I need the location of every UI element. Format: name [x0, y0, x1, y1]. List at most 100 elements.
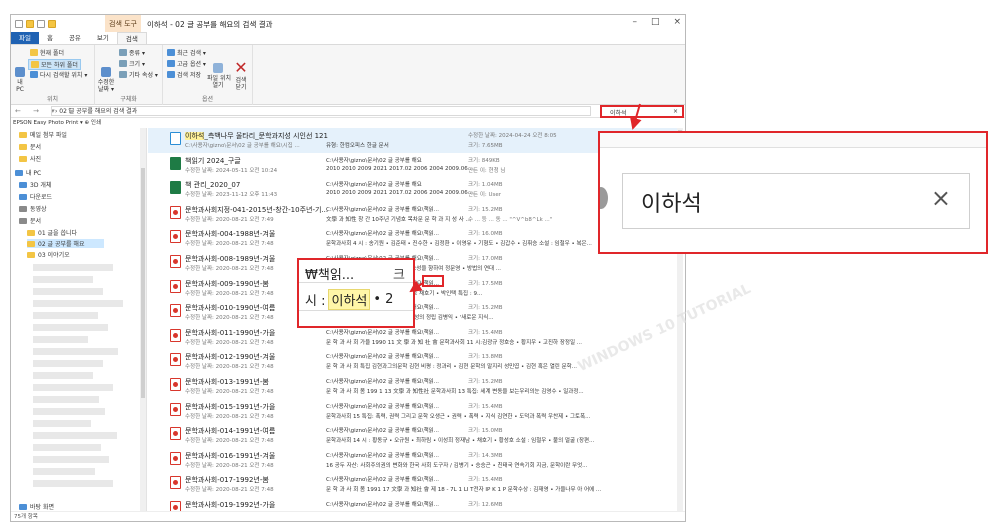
file-name: 문학과사회-010-1990년-여름	[185, 303, 275, 313]
minimize-button[interactable]: –	[632, 17, 637, 27]
current-folder-button[interactable]: 현재 폴더	[30, 48, 64, 57]
save-icon[interactable]	[15, 19, 23, 28]
kind-button[interactable]: 종류 ▾	[119, 48, 145, 57]
nav-item-downloads[interactable]: 다운로드	[19, 192, 52, 201]
recent-searches-button[interactable]: 최근 검색 ▾	[167, 48, 206, 57]
file-meta: 크기: 17.0MB	[468, 256, 503, 262]
file-meta: 크기: 15.4MB	[468, 477, 503, 484]
file-name: 문학과사회-016-1991년-겨울	[185, 451, 275, 461]
nav-item-folder-03[interactable]: 03 이야기오	[27, 250, 70, 259]
table-row[interactable]: 문학과사회-015-1991년-가을 수정한 날짜: 2020-08-21 오전 …	[148, 399, 680, 424]
nav-item-this-pc[interactable]: 내 PC	[15, 168, 41, 177]
this-pc-label: 내 PC	[16, 79, 24, 93]
table-row[interactable]: 문학과사회-016-1991년-겨울 수정한 날짜: 2020-08-21 오전 …	[148, 448, 680, 473]
search-input[interactable]: 이하석	[610, 108, 627, 117]
date-modified-button[interactable]: 수정한 날짜 ▾	[95, 53, 117, 100]
tab-view[interactable]: 보기	[89, 32, 117, 44]
blurred-nav-item	[33, 336, 88, 343]
zoom-clear-icon[interactable]: ×	[931, 184, 951, 212]
save-search-button[interactable]: 검색 저장	[167, 70, 201, 79]
xls-file-icon	[170, 156, 181, 170]
nav-item-videos[interactable]: 동영상	[19, 204, 47, 213]
zoom-search-box[interactable]: 이하석 ×	[622, 173, 970, 229]
open-file-location-button[interactable]: 파일 위치 열기	[207, 49, 231, 96]
status-bar: 75개 항목	[11, 511, 685, 521]
table-row[interactable]: 문학과사회-017-1992년-봄 수정한 날짜: 2020-08-21 오전 7…	[148, 472, 680, 497]
save-search-label: 검색 저장	[177, 72, 201, 79]
nav-item-folder-02[interactable]: 02 글 공부를 해요	[27, 239, 105, 248]
file-snippet: 문 학 과 사 회 봄 1991 17 文學 과 知社 會 제 18 - 7L …	[326, 487, 602, 494]
ribbon: 내 PC 현재 폴더 모든 하위 폴더 다시 검색할 위치 ▾ 위치 수정한 날…	[11, 45, 685, 105]
file-path: C:\사용자\gizno\문서\02 글 공부를 해요\책읽...	[326, 379, 439, 385]
all-subfolders-button[interactable]: 모든 하위 폴더	[28, 59, 81, 70]
nav-item-label: 02 글 공부를 해요	[38, 241, 85, 248]
nav-item-3d-objects[interactable]: 3D 개체	[19, 180, 51, 189]
date-modified-label: 수정한 날짜 ▾	[97, 79, 115, 93]
epson-toolbar[interactable]: EPSON Easy Photo Print ▾ ⊕ 인쇄	[11, 118, 685, 128]
other-properties-label: 기타 속성 ▾	[129, 72, 158, 79]
ribbon-group-refine: 수정한 날짜 ▾ 종류 ▾ 크기 ▾ 기타 속성 ▾ 구체화	[95, 45, 163, 105]
blurred-nav-item	[33, 348, 118, 355]
blurred-nav-item	[33, 312, 98, 319]
tab-search[interactable]: 검색	[116, 32, 147, 44]
tab-file[interactable]: 파일	[11, 32, 39, 44]
file-meta: 크기: 15.0MB	[468, 428, 503, 435]
file-name-text: 문학과사회-017-1992년-봄	[185, 476, 269, 485]
search-clear-icon[interactable]: ×	[673, 108, 678, 115]
file-path: C:\사용자\gizno\문서\02 글 공부를 해요\책읽...	[326, 329, 439, 336]
size-button[interactable]: 크기 ▾	[119, 59, 145, 68]
size-icon	[119, 60, 127, 67]
blurred-nav-item	[33, 468, 95, 475]
other-properties-button[interactable]: 기타 속성 ▾	[119, 70, 158, 79]
blurred-nav-item	[33, 456, 109, 463]
nav-item-documents[interactable]: 문서	[19, 142, 41, 151]
pdf-file-icon	[170, 328, 181, 342]
maximize-button[interactable]: □	[651, 17, 660, 27]
nav-item-label: 03 이야기오	[38, 252, 70, 259]
file-name: 문학과사회-011-1990년-가을	[185, 328, 275, 338]
search-box[interactable]: 이하석 ×	[600, 105, 684, 118]
file-name-text: 문학과사회-014-1991년-여름	[185, 427, 276, 436]
advanced-options-button[interactable]: 고급 옵션 ▾	[167, 59, 206, 68]
file-meta: 크기: 15.2MB	[468, 379, 503, 385]
nav-item-mail-attachments[interactable]: 메일 첨부 파일	[19, 130, 67, 139]
close-button[interactable]: ×	[673, 17, 681, 27]
blurred-nav-item	[33, 444, 101, 451]
table-row[interactable]: 문학과사회-013-1991년-봄 수정한 날짜: 2020-08-21 오전 7…	[148, 374, 680, 399]
file-meta: 수정한 날짜: 2024-04-24 오전 8:05	[468, 133, 557, 139]
properties-icon[interactable]	[37, 19, 45, 28]
folder-icon	[19, 155, 27, 162]
kind-icon	[119, 49, 127, 56]
nav-item-label: 다운로드	[30, 194, 53, 201]
folder-icon[interactable]	[26, 19, 34, 28]
nav-item-desktop[interactable]: 바탕 화면	[19, 502, 54, 511]
address-bar[interactable]: › 02 글 공부를 해요의 검색 결과	[51, 106, 591, 116]
nav-item-pictures[interactable]: 사진	[19, 154, 41, 163]
table-row[interactable]: 문학과사회-011-1990년-가을 수정한 날짜: 2020-08-21 오전 …	[148, 325, 680, 350]
nav-item-documents-pc[interactable]: 문서	[19, 216, 41, 225]
new-folder-icon[interactable]	[48, 19, 56, 28]
file-snippet: 문학과사회 15 특집: 폭력, 권력 그리고 문학 오생근 • 권력 • 폭력…	[326, 413, 591, 420]
table-row[interactable]: 문학과사회-014-1991년-여름 수정한 날짜: 2020-08-21 오전 …	[148, 423, 680, 448]
file-sub: 수정한 날짜: 2020-08-21 오전 7:48	[185, 315, 274, 322]
close-search-button[interactable]: ✕ 검색 닫기	[231, 47, 251, 98]
file-meta: 크기: 1.04MB	[468, 182, 503, 189]
file-name-text: 문학과사회지정-041-2015년-창간-10주년-기...	[185, 205, 329, 214]
nav-scrollbar[interactable]	[140, 128, 146, 513]
open-file-location-label: 파일 위치 열기	[207, 75, 231, 89]
this-pc-button[interactable]: 내 PC	[11, 53, 29, 100]
search-again-button[interactable]: 다시 검색할 위치 ▾	[30, 70, 87, 79]
nav-item-label: 내 PC	[26, 170, 42, 177]
tab-home[interactable]: 홈	[39, 32, 61, 44]
file-sub: 수정한 날짜: 2020-08-21 오전 7:48	[185, 413, 274, 420]
nav-item-label: 문서	[30, 144, 42, 151]
file-path: C:\사용자\gizno\문서\02 글 공부를 해요\책읽...	[326, 428, 439, 435]
nav-item-folder-01[interactable]: 01 글을 씁니다	[27, 228, 77, 237]
zoom-edge-shape	[600, 187, 608, 209]
title-bar: 검색 도구 이하석 - 02 글 공부를 해요의 검색 결과 – □ ×	[11, 15, 685, 32]
nav-scrollbar-thumb[interactable]	[141, 168, 145, 398]
file-name: 문학과사회-009-1990년-봄	[185, 279, 269, 289]
tab-share[interactable]: 공유	[61, 32, 89, 44]
search-tools-context-tab[interactable]: 검색 도구	[105, 15, 141, 32]
pdf-file-icon	[170, 279, 181, 293]
